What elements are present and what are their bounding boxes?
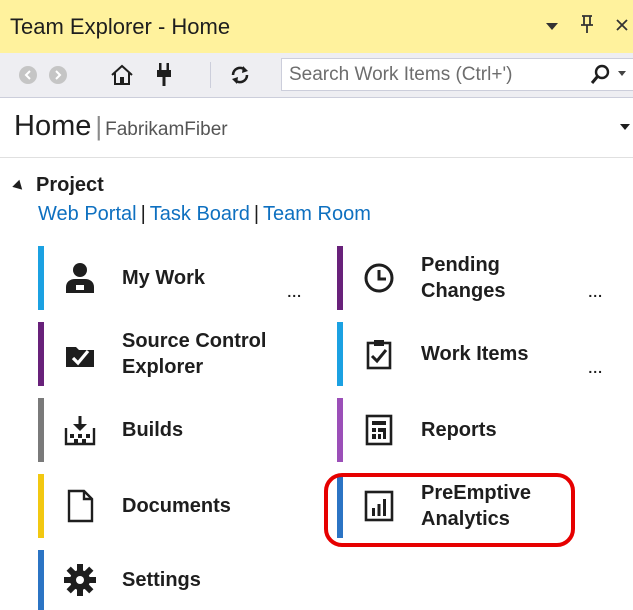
tile-reports[interactable]: Reports bbox=[337, 398, 627, 462]
clipboard-check-icon bbox=[359, 334, 399, 374]
tile-label: Builds bbox=[122, 419, 184, 441]
link-separator: | bbox=[140, 203, 146, 225]
link-separator: | bbox=[253, 203, 260, 225]
document-icon bbox=[60, 486, 100, 526]
tile-label: Documents bbox=[122, 495, 231, 517]
tile-label: My Work bbox=[122, 267, 205, 289]
search-options-dropdown-icon[interactable] bbox=[618, 71, 626, 76]
header-separator: | bbox=[95, 111, 103, 141]
tile-label-line: Changes bbox=[421, 280, 506, 302]
tile-label-line: Pending bbox=[421, 254, 500, 276]
tile-source-control-explorer[interactable]: Source Control Explorer bbox=[38, 322, 326, 386]
title-bar: Team Explorer - Home bbox=[0, 0, 633, 53]
page-title: Home bbox=[14, 110, 92, 142]
back-button[interactable] bbox=[14, 61, 42, 89]
report-icon bbox=[359, 410, 399, 450]
arrow-forward-icon bbox=[49, 66, 67, 84]
gear-icon bbox=[60, 560, 100, 600]
section-label: Project bbox=[36, 174, 104, 196]
home-icon bbox=[111, 64, 133, 85]
project-links: Web Portal | Task Board | Team Room bbox=[38, 203, 371, 226]
window-title: Team Explorer - Home bbox=[10, 13, 231, 39]
search-icon[interactable] bbox=[589, 64, 611, 86]
search-input[interactable] bbox=[282, 59, 582, 90]
collapse-triangle-icon[interactable] bbox=[12, 179, 26, 194]
header-dropdown-icon[interactable] bbox=[620, 124, 630, 130]
tile-label-line: PreEmptive bbox=[421, 482, 532, 504]
tile-builds[interactable]: Builds bbox=[38, 398, 326, 462]
tile-my-work[interactable]: My Work ... bbox=[38, 246, 326, 310]
home-button[interactable] bbox=[108, 61, 136, 89]
tile-preemptive-analytics[interactable]: PreEmptive Analytics bbox=[337, 474, 627, 538]
refresh-icon bbox=[231, 66, 249, 84]
team-room-link[interactable]: Team Room bbox=[263, 203, 371, 226]
analytics-icon bbox=[359, 486, 399, 526]
clock-icon bbox=[359, 258, 399, 298]
tile-label-line: Source Control bbox=[122, 330, 267, 352]
plug-icon bbox=[157, 63, 171, 86]
tile-label-line: Analytics bbox=[421, 508, 510, 530]
search-box bbox=[281, 58, 633, 91]
title-bar-buttons bbox=[545, 0, 633, 53]
more-options-button[interactable]: ... bbox=[588, 360, 603, 376]
folder-check-icon bbox=[60, 334, 100, 374]
project-section-header[interactable]: Project bbox=[12, 174, 104, 197]
project-name: FabrikamFiber bbox=[105, 119, 228, 140]
builds-icon bbox=[60, 410, 100, 450]
tile-label: Source Control Explorer bbox=[122, 322, 266, 386]
pin-icon[interactable] bbox=[579, 14, 595, 39]
arrow-back-icon bbox=[19, 66, 37, 84]
tile-label: PreEmptive Analytics bbox=[421, 474, 531, 538]
page-header: Home | FabrikamFiber bbox=[14, 110, 228, 150]
tile-settings[interactable]: Settings bbox=[38, 550, 326, 610]
toolbar bbox=[0, 53, 633, 98]
tile-pending-changes[interactable]: Pending Changes ... bbox=[337, 246, 627, 310]
tile-label: Pending Changes bbox=[421, 246, 505, 310]
tile-label-line: Explorer bbox=[122, 356, 204, 378]
tile-work-items[interactable]: Work Items ... bbox=[337, 322, 627, 386]
tile-label: Reports bbox=[421, 419, 497, 441]
connect-button[interactable] bbox=[150, 61, 178, 89]
forward-button[interactable] bbox=[44, 61, 72, 89]
person-icon bbox=[60, 258, 100, 298]
tile-label: Work Items bbox=[421, 343, 529, 365]
tile-documents[interactable]: Documents bbox=[38, 474, 326, 538]
toolbar-separator bbox=[210, 62, 211, 88]
tile-label: Settings bbox=[122, 569, 201, 591]
web-portal-link[interactable]: Web Portal bbox=[38, 203, 137, 226]
more-options-button[interactable]: ... bbox=[287, 284, 302, 300]
more-options-button[interactable]: ... bbox=[588, 284, 603, 300]
close-icon[interactable] bbox=[615, 16, 629, 37]
refresh-button[interactable] bbox=[226, 61, 254, 89]
header-divider bbox=[0, 157, 633, 158]
task-board-link[interactable]: Task Board bbox=[150, 203, 250, 226]
dropdown-icon[interactable] bbox=[545, 16, 559, 37]
